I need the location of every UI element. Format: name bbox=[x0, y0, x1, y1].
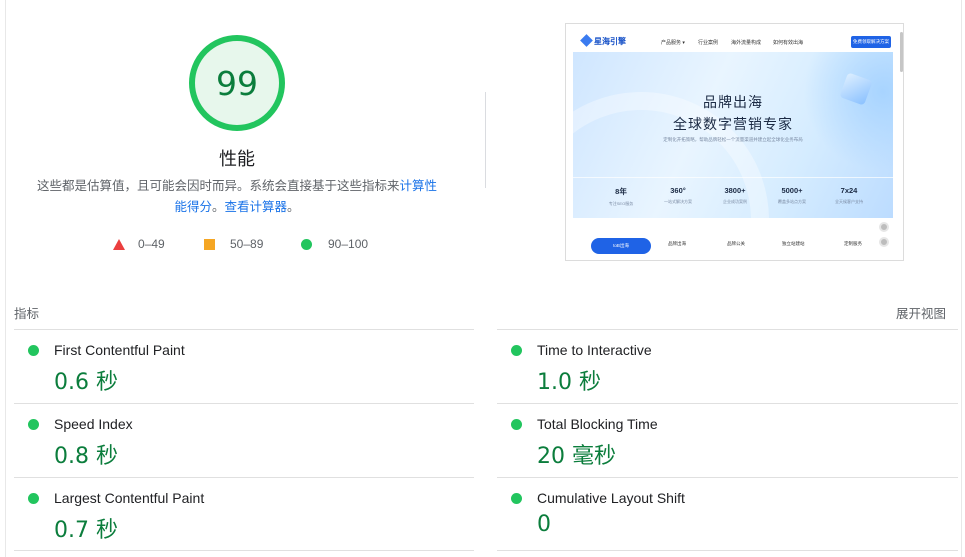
metric-value-si: 0.8 秒 bbox=[54, 444, 118, 469]
thumb-logo: 星海引擎 bbox=[580, 34, 626, 47]
thumb-nav-item: 如何有效出海 bbox=[773, 40, 804, 46]
thumb-stat: 7x24 全天候客户支持 bbox=[819, 186, 879, 205]
thumb-tab: 品牌出海 bbox=[668, 241, 686, 246]
section-divider bbox=[485, 92, 486, 188]
thumb-stats-divider bbox=[573, 177, 893, 178]
metrics-heading: 指标 bbox=[14, 307, 40, 321]
pass-status-icon bbox=[511, 419, 522, 430]
circle-icon bbox=[301, 238, 312, 250]
metric-divider bbox=[497, 477, 958, 478]
thumb-logo-text: 星海引擎 bbox=[594, 37, 626, 46]
expand-view-toggle[interactable]: 展开视图 bbox=[896, 303, 946, 322]
description-period: 。 bbox=[211, 200, 225, 214]
performance-title: 性能 bbox=[219, 149, 255, 169]
thumb-hero: 品牌出海 全球数字营销专家 定制化开拓策略，帮助品牌轻松一个流量渠道并建立起全球… bbox=[573, 52, 893, 218]
thumb-subtitle: 定制化开拓策略，帮助品牌轻松一个流量渠道并建立起全球化业务布局 bbox=[663, 137, 803, 142]
metric-divider bbox=[497, 550, 958, 551]
legend-item-fail: 0–49 bbox=[113, 236, 165, 252]
hero-glow-decoration bbox=[803, 52, 893, 172]
triangle-icon bbox=[113, 238, 125, 250]
thumb-tab: 独立站建站 bbox=[782, 241, 805, 246]
metric-value-cls: 0 bbox=[537, 512, 551, 537]
thumb-stat-label: 一站式解决方案 bbox=[664, 199, 692, 204]
logo-mark-icon bbox=[580, 34, 593, 47]
metric-divider bbox=[497, 329, 958, 330]
performance-score-value: 99 bbox=[216, 63, 258, 103]
left-border bbox=[5, 0, 6, 557]
thumb-stat-value: 8年 bbox=[615, 187, 627, 196]
thumb-stat-label: 全天候客户支持 bbox=[835, 199, 863, 204]
thumb-nav-item: 行业案例 bbox=[698, 40, 719, 46]
thumb-stat-value: 3800+ bbox=[724, 186, 746, 195]
metric-value-tti: 1.0 秒 bbox=[537, 370, 601, 395]
thumb-stat: 5000+ 覆盖多站点方案 bbox=[762, 186, 822, 205]
page-screenshot-thumbnail[interactable]: 星海引擎 产品服务 ▾ 行业案例 海外流量构成 如何有效出海 免费领取解决方案 … bbox=[565, 23, 904, 261]
thumb-tab: 定制服务 bbox=[844, 241, 862, 246]
legend-item-average: 50–89 bbox=[204, 236, 263, 252]
thumb-stat-value: 360° bbox=[670, 186, 686, 195]
thumb-headline-2: 全球数字营销专家 bbox=[673, 116, 793, 132]
metric-value-lcp: 0.7 秒 bbox=[54, 518, 118, 543]
thumb-stat: 8年专注SEO服务 bbox=[591, 186, 651, 207]
thumb-stat-label: 企业成功案例 bbox=[723, 199, 747, 204]
metric-name-lcp: Largest Contentful Paint bbox=[54, 490, 205, 506]
metric-value-tbt: 20 毫秒 bbox=[537, 444, 616, 469]
thumb-stat-label: 覆盖多站点方案 bbox=[778, 199, 806, 204]
pass-status-icon bbox=[511, 493, 522, 504]
square-icon bbox=[204, 238, 215, 250]
thumb-stat-value: 5000+ bbox=[781, 186, 803, 195]
metric-divider bbox=[14, 329, 474, 330]
thumb-stat-label: 专注SEO服务 bbox=[608, 201, 634, 206]
thumb-nav-button: 免费领取解决方案 bbox=[851, 36, 891, 48]
metric-divider bbox=[14, 550, 474, 551]
legend-label-average: 50–89 bbox=[230, 237, 264, 251]
metric-name-cls: Cumulative Layout Shift bbox=[537, 490, 685, 506]
description-end-period: 。 bbox=[287, 200, 300, 214]
thumb-tab: 品牌公关 bbox=[727, 241, 745, 246]
thumb-tabs: toB出海 品牌出海 品牌公关 独立站建站 定制服务 bbox=[573, 228, 893, 260]
thumb-side-button-icon bbox=[879, 222, 889, 232]
pass-status-icon bbox=[28, 345, 39, 356]
thumb-stat-value: 7x24 bbox=[840, 186, 858, 195]
thumb-stat: 360° 一站式解决方案 bbox=[648, 186, 708, 205]
metric-divider bbox=[14, 403, 474, 404]
calculator-link[interactable]: 查看计算器 bbox=[225, 200, 288, 214]
thumb-side-button-icon bbox=[879, 237, 889, 247]
thumb-headline-1: 品牌出海 bbox=[703, 94, 763, 110]
legend-label-pass: 90–100 bbox=[328, 237, 369, 251]
metric-name-fcp: First Contentful Paint bbox=[54, 342, 185, 358]
pass-status-icon bbox=[28, 493, 39, 504]
performance-description: 这些都是估算值，且可能会因时而异。系统会直接基于这些指标来计算性能得分。查看计算… bbox=[32, 176, 442, 218]
pass-status-icon bbox=[511, 345, 522, 356]
right-border bbox=[961, 0, 962, 557]
thumb-stat: 3800+ 企业成功案例 bbox=[705, 186, 765, 205]
metric-name-tti: Time to Interactive bbox=[537, 342, 652, 358]
metric-name-si: Speed Index bbox=[54, 416, 133, 432]
thumb-scrollbar bbox=[900, 32, 903, 72]
legend-label-fail: 0–49 bbox=[138, 237, 165, 251]
pass-status-icon bbox=[28, 419, 39, 430]
thumb-nav-item: 海外流量构成 bbox=[731, 40, 762, 46]
metric-name-tbt: Total Blocking Time bbox=[537, 416, 658, 432]
description-text: 这些都是估算值，且可能会因时而异。系统会直接基于这些指标来 bbox=[36, 179, 400, 193]
metric-divider bbox=[497, 403, 958, 404]
thumb-nav-item: 产品服务 ▾ bbox=[661, 40, 685, 46]
metric-value-fcp: 0.6 秒 bbox=[54, 370, 118, 395]
legend-item-pass: 90–100 bbox=[301, 236, 368, 252]
thumb-navbar: 星海引擎 产品服务 ▾ 行业案例 海外流量构成 如何有效出海 免费领取解决方案 bbox=[566, 24, 903, 72]
metric-divider bbox=[14, 477, 474, 478]
thumb-tab-active: toB出海 bbox=[591, 238, 651, 254]
performance-score-gauge: 99 bbox=[188, 34, 286, 132]
